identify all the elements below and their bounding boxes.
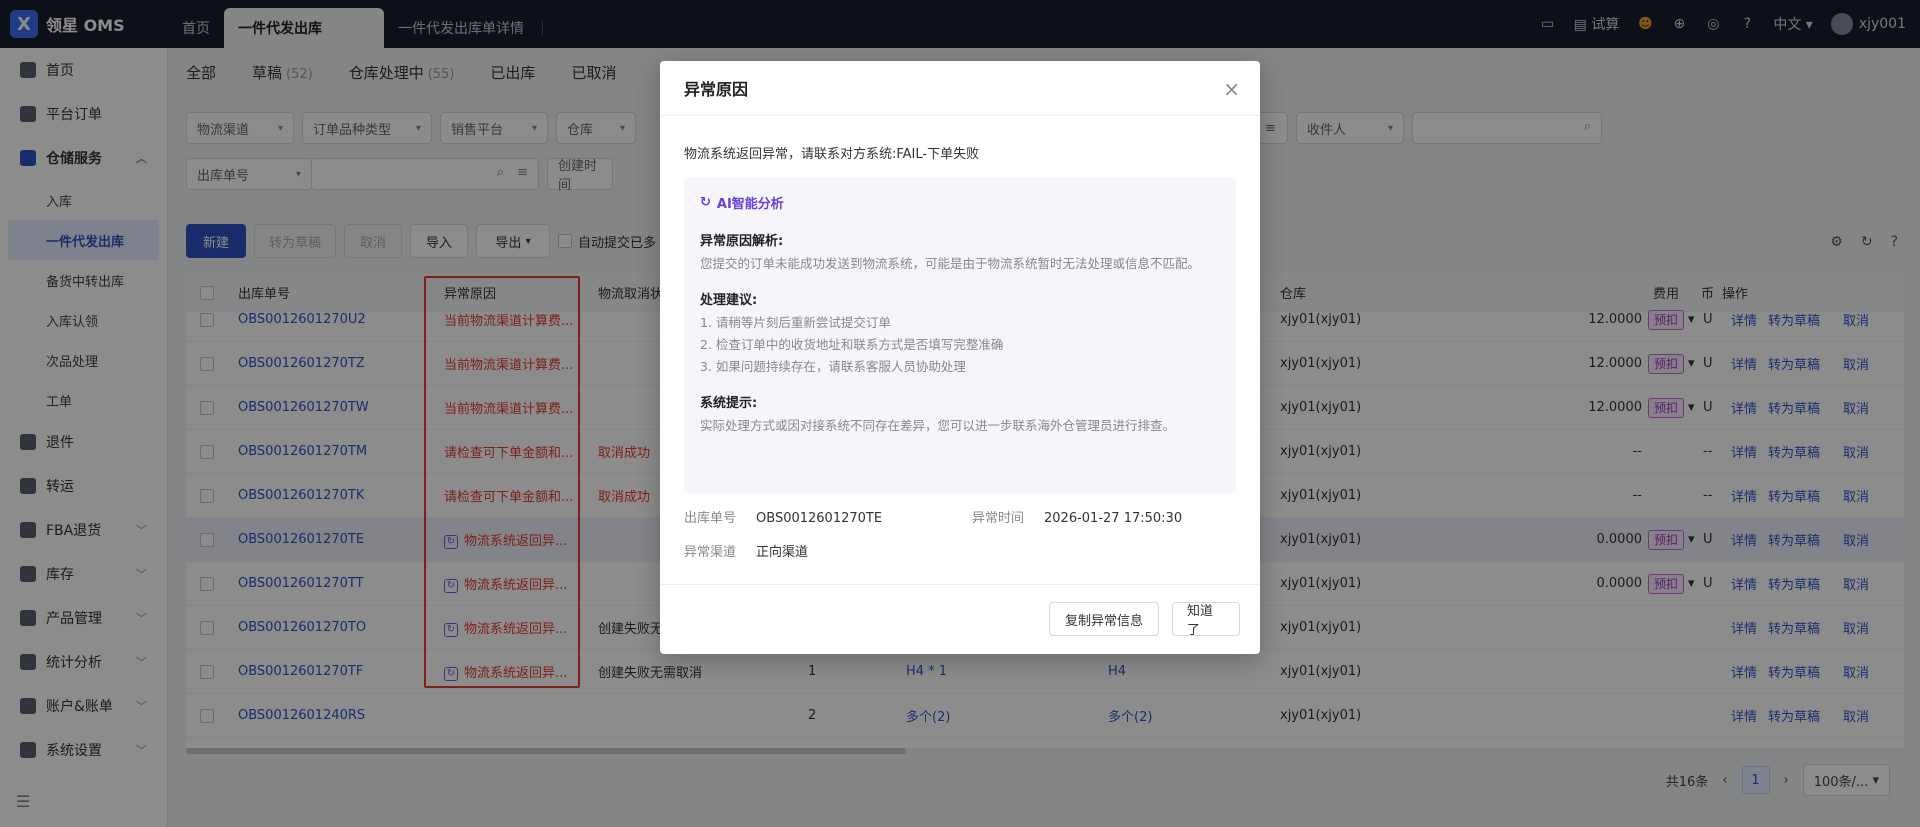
ai-analysis-panel: ↻ AI智能分析 异常原因解析: 您提交的订单未能成功发送到物流系统，可能是由于物… (684, 177, 1236, 493)
copy-exception-button[interactable]: 复制异常信息 (1049, 602, 1159, 636)
exception-reason-dialog: 异常原因 × 物流系统返回异常，请联系对方系统:FAIL-下单失败 ↻ AI智能分… (660, 61, 1260, 654)
field-value: 正向渠道 (756, 545, 809, 560)
button-label: 复制异常信息 (1064, 613, 1143, 629)
tip-title: 系统提示: (700, 396, 758, 411)
dialog-footer: 复制异常信息 知道了 (660, 584, 1260, 654)
acknowledge-button[interactable]: 知道了 (1172, 602, 1240, 638)
exception-message: 物流系统返回异常，请联系对方系统:FAIL-下单失败 (684, 147, 980, 162)
suggestion-title: 处理建议: (700, 293, 758, 308)
suggestion-item: 2. 检查订单中的收货地址和联系方式是否填写完整准确 (700, 337, 1004, 352)
field-value: OBS0012601270TE (756, 511, 883, 526)
exception-channel-field: 异常渠道 正向渠道 (684, 541, 808, 560)
ai-title: AI智能分析 (716, 197, 784, 212)
field-label: 出库单号 (684, 511, 737, 526)
button-label: 知道了 (1187, 604, 1214, 638)
field-value: 2026-01-27 17:50:30 (1044, 511, 1183, 526)
exception-time-field: 异常时间 2026-01-27 17:50:30 (972, 507, 1182, 526)
analysis-text: 您提交的订单未能成功发送到物流系统，可能是由于物流系统暂时无法处理或信息不匹配。 (700, 256, 1201, 271)
suggestion-list: 1. 请稍等片刻后重新尝试提交订单 2. 检查订单中的收货地址和联系方式是否填写… (700, 312, 1220, 378)
close-icon[interactable]: × (1223, 77, 1240, 101)
suggestion-item: 1. 请稍等片刻后重新尝试提交订单 (700, 315, 891, 330)
ai-analysis-header: ↻ AI智能分析 (700, 193, 1220, 212)
suggestion-item: 3. 如果问题持续存在，请联系客服人员协助处理 (700, 359, 966, 374)
tip-text: 实际处理方式或因对接系统不同存在差异，您可以进一步联系海外仓管理员进行排查。 (700, 418, 1176, 433)
field-label: 异常渠道 (684, 545, 737, 560)
order-no-field: 出库单号 OBS0012601270TE (684, 507, 882, 526)
dialog-title: 异常原因 (660, 61, 1260, 116)
analysis-title: 异常原因解析: (700, 234, 784, 249)
ai-sparkle-icon: ↻ (700, 195, 711, 210)
field-label: 异常时间 (972, 511, 1025, 526)
